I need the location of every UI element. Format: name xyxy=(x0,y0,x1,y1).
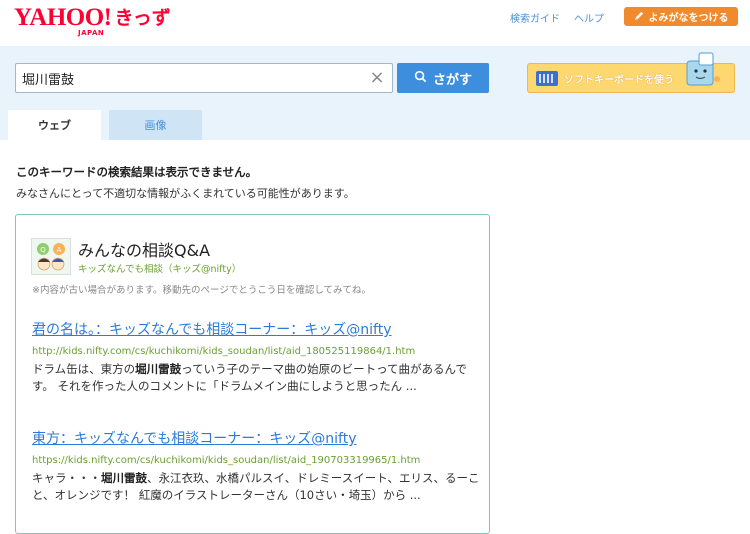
search-input[interactable] xyxy=(22,68,362,89)
tab-images[interactable]: 画像 xyxy=(109,110,202,140)
search-guide-link[interactable]: 検索ガイド xyxy=(510,10,560,25)
qa-card: Q A みんなの相談Q&A キッズなんでも相談（キッズ@nifty） ※内容が古… xyxy=(15,214,490,534)
keyboard-mascot-icon xyxy=(683,51,723,89)
search-button[interactable]: さがす xyxy=(397,63,489,93)
keyboard-icon xyxy=(536,70,558,86)
card-title: みんなの相談Q&A xyxy=(78,241,211,260)
result-url: http://kids.nifty.com/cs/kuchikomi/kids_… xyxy=(32,346,416,357)
header: YAHOO! きっず JAPAN 検索ガイド ヘルプ よみがなをつける xyxy=(0,0,750,46)
result-snippet: ドラム缶は、東方の堀川雷鼓っていう子のテーマ曲の始原のビートって曲があるんです。… xyxy=(32,362,467,393)
result-title-link[interactable]: 君の名は。：キッズなんでも相談コーナー：キッズ@nifty xyxy=(32,319,482,339)
yomigana-button-label: よみがなをつける xyxy=(648,13,729,24)
result-title-link[interactable]: 東方：キッズなんでも相談コーナー：キッズ@nifty xyxy=(32,428,482,448)
search-button-label: さがす xyxy=(432,72,472,88)
svg-text:A: A xyxy=(57,246,62,254)
notice-title: このキーワードの検索結果は表示できません。 xyxy=(16,165,258,179)
yahoo-kids-logo[interactable]: YAHOO! きっず JAPAN xyxy=(14,4,171,37)
tab-web[interactable]: ウェブ xyxy=(8,110,101,140)
header-links: 検索ガイド ヘルプ xyxy=(510,10,604,25)
result-snippet: キャラ・・・堀川雷鼓、永江衣玖、水橋パルスイ、ドレミースイート、エリス、るーこと… xyxy=(32,471,480,502)
card-subtitle[interactable]: キッズなんでも相談（キッズ@nifty） xyxy=(78,261,241,275)
result-url: https://kids.nifty.com/cs/kuchikomi/kids… xyxy=(32,455,421,466)
logo-kids-text: きっず xyxy=(114,7,171,29)
pencil-icon xyxy=(634,10,645,24)
logo-japan-text: JAPAN xyxy=(78,29,105,37)
search-field[interactable]: × xyxy=(15,63,393,93)
help-link[interactable]: ヘルプ xyxy=(574,10,604,25)
no-results-notice: このキーワードの検索結果は表示できません。 みなさんにとって不適切な情報がふくま… xyxy=(16,164,355,201)
notice-description: みなさんにとって不適切な情報がふくまれている可能性があります。 xyxy=(16,187,355,200)
search-icon xyxy=(414,70,427,87)
result-item: 君の名は。：キッズなんでも相談コーナー：キッズ@nifty http://kid… xyxy=(32,319,482,395)
qa-avatar-icon: Q A xyxy=(31,238,71,275)
logo-yahoo-text: YAHOO! xyxy=(14,4,112,31)
card-note: ※内容が古い場合があります。移動先のページでとうこう日を確認してみてね。 xyxy=(32,285,372,296)
svg-text:Q: Q xyxy=(40,246,46,254)
soft-keyboard-label: ソフトキーボードを使う xyxy=(564,74,674,86)
result-item: 東方：キッズなんでも相談コーナー：キッズ@nifty https://kids.… xyxy=(32,428,482,504)
clear-icon[interactable]: × xyxy=(368,69,386,87)
yomigana-button[interactable]: よみがなをつける xyxy=(624,7,738,26)
